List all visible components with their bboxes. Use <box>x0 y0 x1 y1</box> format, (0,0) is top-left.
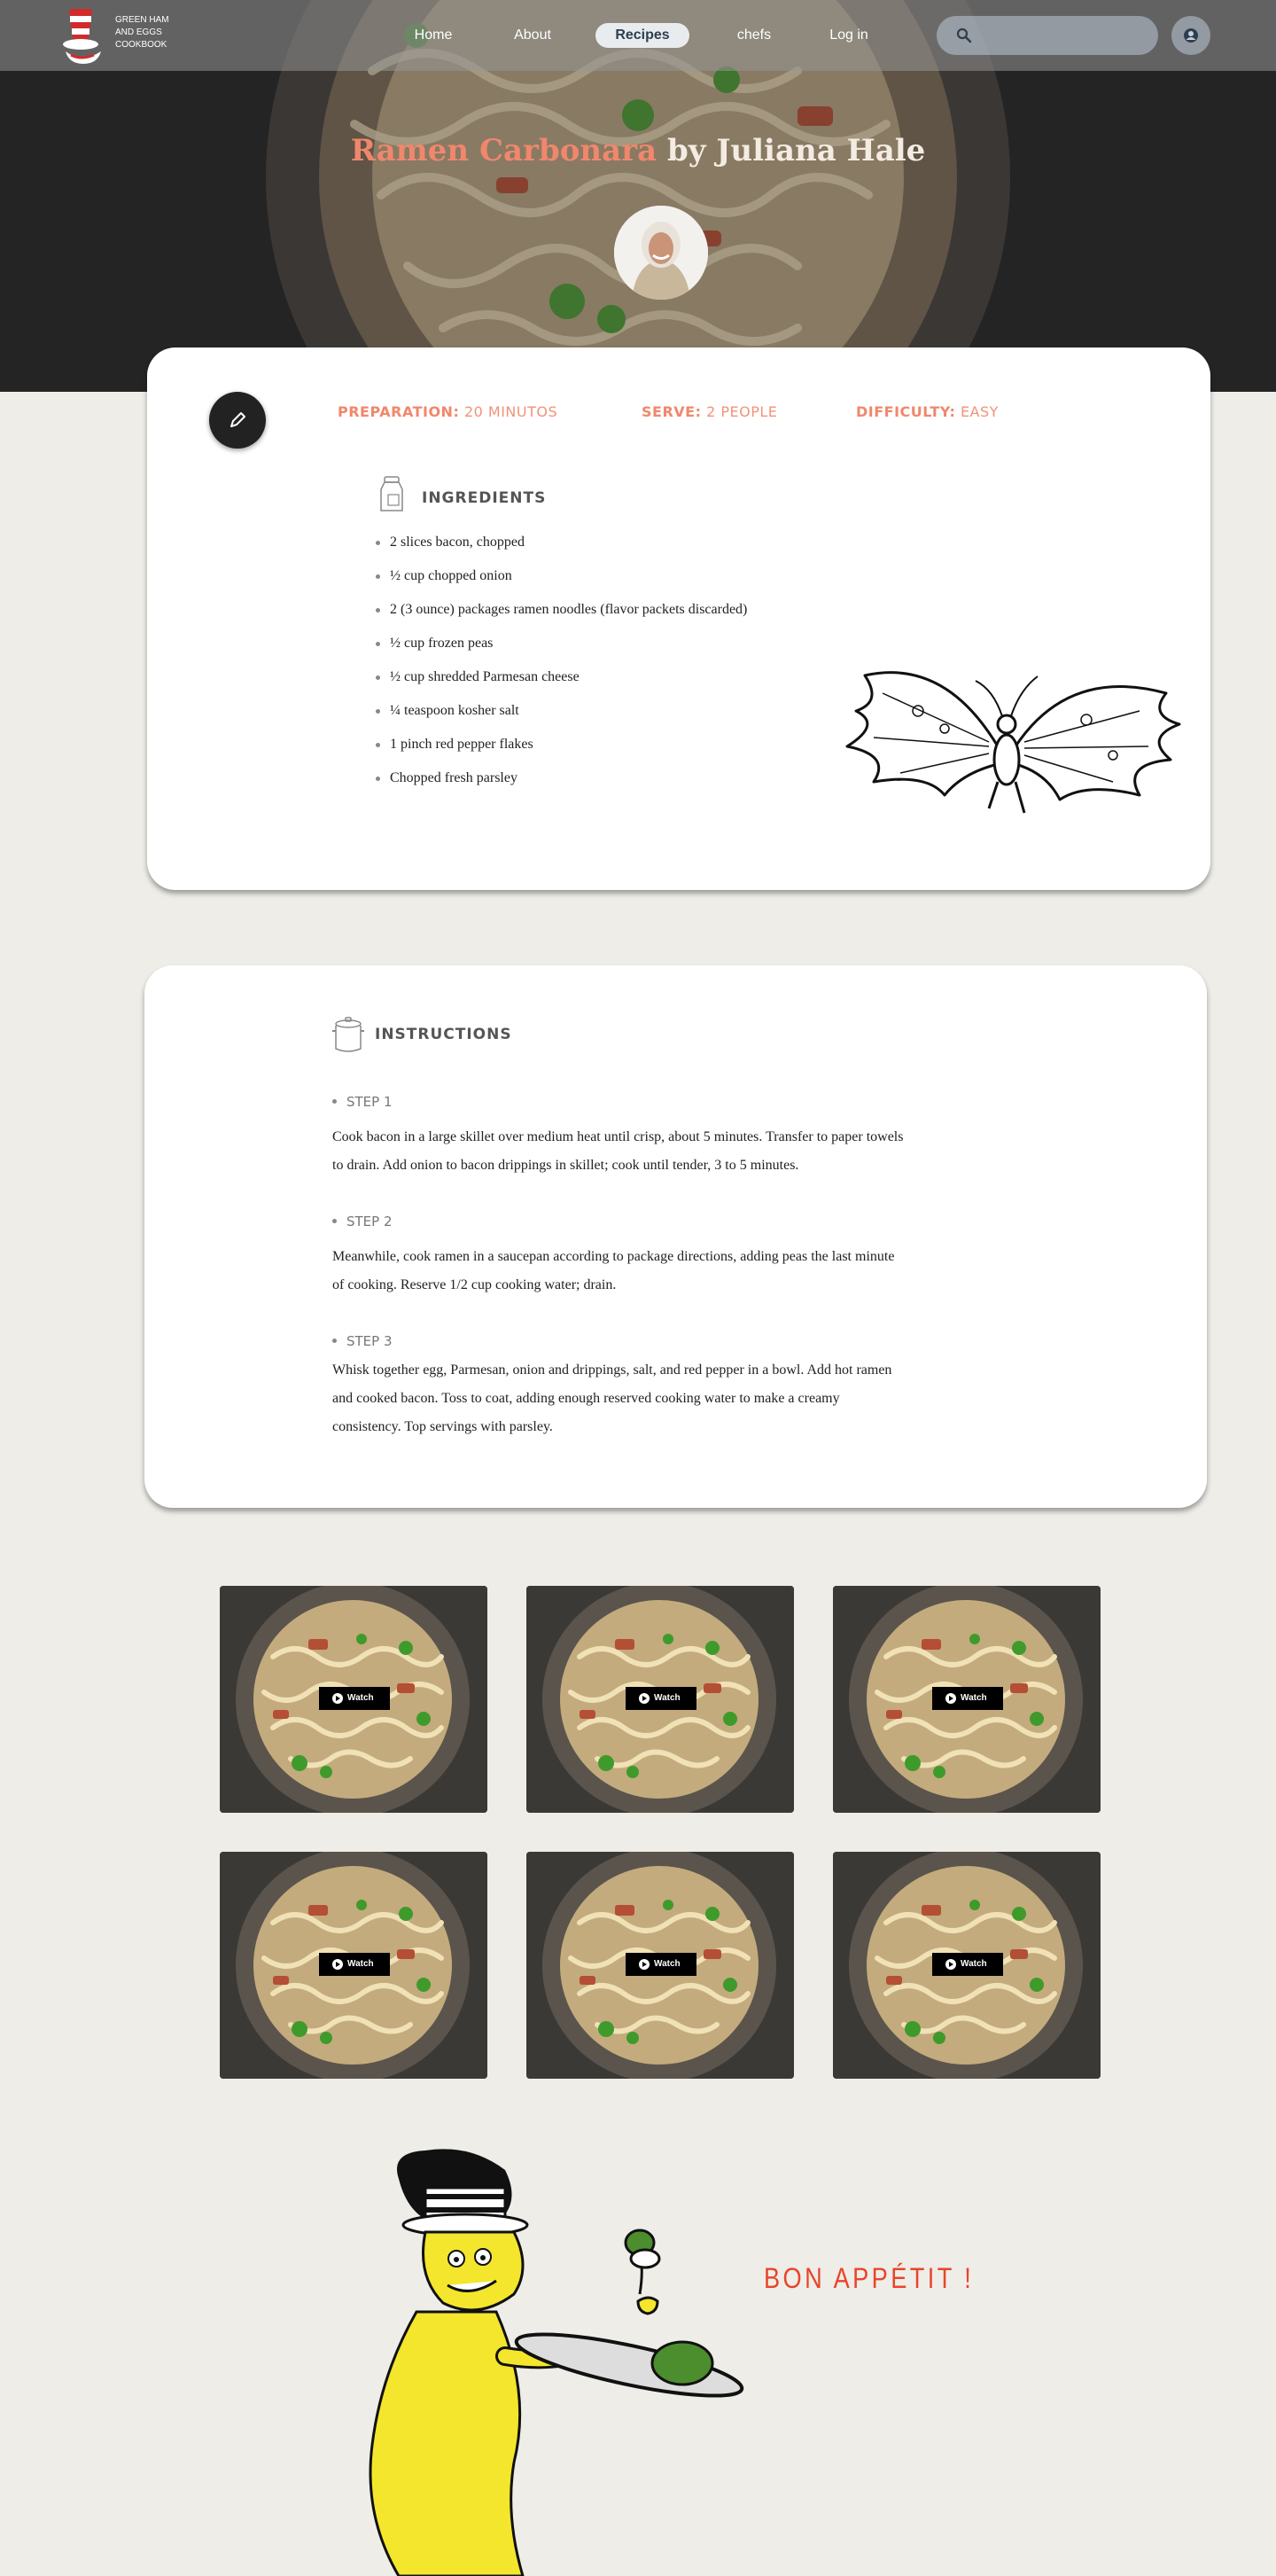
search-bar <box>937 16 1158 55</box>
logo-line: AND EGGS <box>115 27 162 37</box>
ingredients-heading: INGREDIENTS <box>422 489 547 507</box>
ingredients-list: 2 slices bacon, chopped ½ cup chopped on… <box>376 534 747 803</box>
cat-in-hat-logo[interactable] <box>58 5 108 66</box>
watch-button[interactable]: Watch <box>319 1687 390 1710</box>
difficulty-info: DIFFICULTY: EASY <box>856 403 999 420</box>
ingredient-item: 2 (3 ounce) packages ramen noodles (flav… <box>376 601 747 635</box>
play-icon <box>639 1693 650 1704</box>
step-text: Meanwhile, cook ramen in a saucepan acco… <box>332 1249 895 1292</box>
video-thumbnail[interactable]: Watch <box>220 1586 487 1813</box>
step-label: STEP 3 <box>332 1333 393 1349</box>
milk-bottle-icon <box>380 476 403 511</box>
video-thumbnail[interactable]: Watch <box>220 1852 487 2079</box>
bon-appetit-tagline: BON APPÉTIT ! <box>764 2262 975 2294</box>
watch-button[interactable]: Watch <box>932 1687 1003 1710</box>
step-text: Whisk together egg, Parmesan, onion and … <box>332 1362 892 1434</box>
recipe-author: by Juliana Hale <box>666 133 926 168</box>
ingredient-item: ¼ teaspoon kosher salt <box>376 702 747 736</box>
instructions-card: INSTRUCTIONS STEP 1 Cook bacon in a larg… <box>144 965 1207 1508</box>
difficulty-label: DIFFICULTY: <box>856 403 956 420</box>
serve-info: SERVE: 2 PEOPLE <box>642 403 777 420</box>
watch-label: Watch <box>347 1959 374 1969</box>
winged-creature-illustration <box>845 671 1181 814</box>
cooking-pot-icon <box>332 1017 364 1052</box>
edit-recipe-button[interactable] <box>209 392 266 449</box>
instructions-heading: INSTRUCTIONS <box>375 1026 512 1043</box>
video-thumbnail[interactable]: Watch <box>526 1586 794 1813</box>
nav-login[interactable]: Log in <box>821 23 877 48</box>
watch-label: Watch <box>654 1959 681 1969</box>
user-account-button[interactable] <box>1171 16 1210 55</box>
watch-label: Watch <box>654 1693 681 1703</box>
watch-button[interactable]: Watch <box>932 1953 1003 1976</box>
recipe-title: Ramen Carbonara by Juliana Hale <box>0 133 1276 168</box>
nav-chefs[interactable]: chefs <box>727 23 782 48</box>
watch-label: Watch <box>961 1693 987 1703</box>
watch-label: Watch <box>961 1959 987 1969</box>
ingredient-item: 2 slices bacon, chopped <box>376 534 747 567</box>
preparation-label: PREPARATION: <box>338 403 460 420</box>
preparation-value: 20 MINUTOS <box>463 403 558 420</box>
step-label: STEP 1 <box>332 1094 393 1110</box>
ingredient-item: Chopped fresh parsley <box>376 769 747 803</box>
chef-portrait <box>614 206 708 300</box>
nav-recipes[interactable]: Recipes <box>595 23 689 48</box>
account-circle-icon <box>1184 28 1198 43</box>
nav-about[interactable]: About <box>505 23 560 48</box>
watch-button[interactable]: Watch <box>319 1953 390 1976</box>
serve-label: SERVE: <box>642 403 702 420</box>
watch-button[interactable]: Watch <box>626 1687 696 1710</box>
serve-value: 2 PEOPLE <box>706 403 778 420</box>
search-input[interactable] <box>981 25 1144 48</box>
watch-label: Watch <box>347 1693 374 1703</box>
preparation-info: PREPARATION: 20 MINUTOS <box>338 403 557 420</box>
ingredient-item: ½ cup frozen peas <box>376 635 747 668</box>
step-label: STEP 2 <box>332 1214 393 1229</box>
search-icon[interactable] <box>956 27 972 43</box>
logo-text: GREEN HAM AND EGGS COOKBOOK <box>115 14 177 51</box>
watch-button[interactable]: Watch <box>626 1953 696 1976</box>
video-thumbnail[interactable]: Watch <box>526 1852 794 2079</box>
logo-line: GREEN HAM <box>115 15 169 25</box>
logo-line: COOKBOOK <box>115 40 167 50</box>
ingredient-item: 1 pinch red pepper flakes <box>376 736 747 769</box>
video-thumbnail[interactable]: Watch <box>833 1852 1101 2079</box>
recipe-details-card: PREPARATION: 20 MINUTOS SERVE: 2 PEOPLE … <box>147 347 1210 890</box>
play-icon <box>639 1959 650 1970</box>
play-icon <box>945 1693 956 1704</box>
ingredient-item: ½ cup chopped onion <box>376 567 747 601</box>
play-icon <box>945 1959 956 1970</box>
play-icon <box>332 1959 343 1970</box>
video-thumbnail[interactable]: Watch <box>833 1586 1101 1813</box>
nav-home[interactable]: Home <box>406 23 461 48</box>
ingredient-item: ½ cup shredded Parmesan cheese <box>376 668 747 702</box>
top-navbar: GREEN HAM AND EGGS COOKBOOK Home About R… <box>0 0 1276 71</box>
recipe-name: Ramen Carbonara <box>350 133 657 168</box>
difficulty-value: EASY <box>960 403 999 420</box>
play-icon <box>332 1693 343 1704</box>
green-ham-character-illustration <box>369 2149 744 2576</box>
pencil-icon <box>230 412 245 427</box>
chef-avatar[interactable] <box>614 206 708 300</box>
step-text: Cook bacon in a large skillet over mediu… <box>332 1129 904 1173</box>
